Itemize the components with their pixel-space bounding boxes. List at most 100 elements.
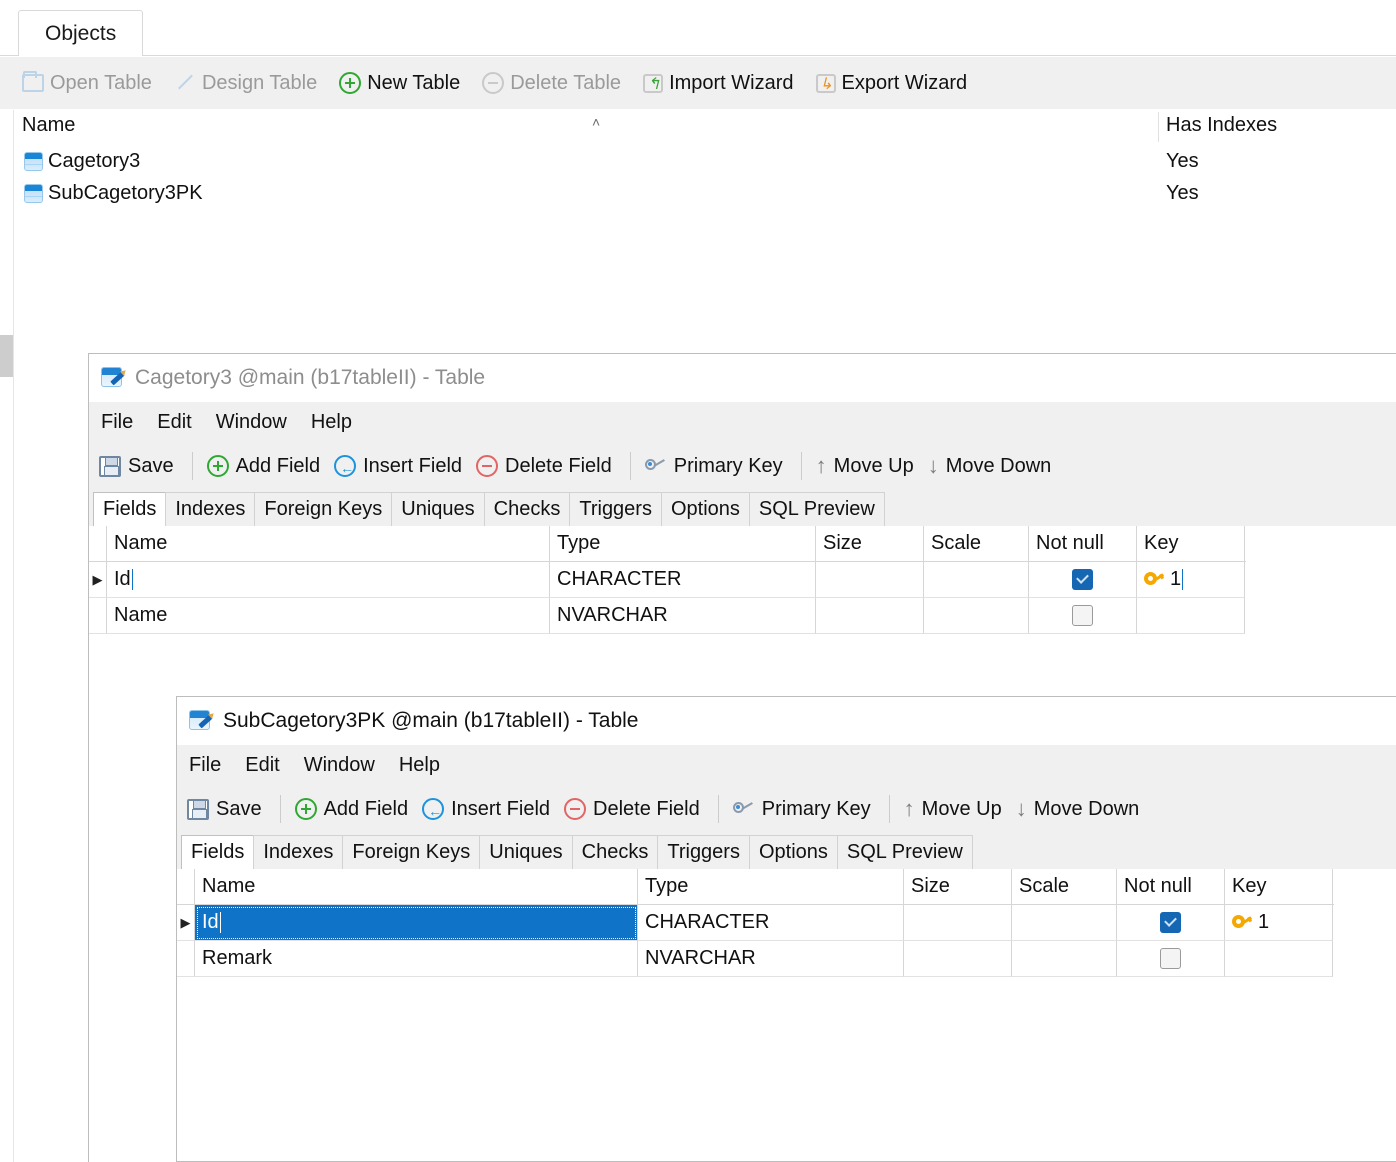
delete-field-button[interactable]: Delete Field — [564, 798, 714, 821]
window-titlebar[interactable]: SubCagetory3PK @main (b17tableII) - Tabl… — [177, 697, 1396, 745]
tab-triggers[interactable]: Triggers — [569, 492, 662, 526]
tab-foreign-keys[interactable]: Foreign Keys — [254, 492, 393, 526]
add-field-button[interactable]: Add Field — [294, 798, 423, 821]
cell-scale[interactable] — [1012, 905, 1117, 941]
grid-col-type[interactable]: Type — [638, 869, 904, 904]
tab-fields[interactable]: Fields — [93, 492, 167, 526]
save-button[interactable]: Save — [187, 798, 276, 821]
cell-not-null[interactable] — [1117, 941, 1225, 977]
grid-col-type[interactable]: Type — [550, 526, 816, 561]
menu-edit[interactable]: Edit — [245, 754, 279, 777]
table-row[interactable]: Remark NVARCHAR — [177, 941, 1334, 977]
column-header-name[interactable]: Name — [22, 114, 75, 137]
move-down-button[interactable]: ↓ Move Down — [1016, 798, 1154, 821]
menu-file[interactable]: File — [189, 754, 221, 777]
grid-col-name[interactable]: Name — [195, 869, 638, 904]
tab-checks[interactable]: Checks — [483, 492, 571, 526]
tab-triggers[interactable]: Triggers — [657, 835, 750, 869]
not-null-checkbox[interactable] — [1160, 912, 1181, 933]
delete-field-button[interactable]: Delete Field — [476, 455, 626, 478]
tab-indexes[interactable]: Indexes — [165, 492, 256, 526]
grid-col-name[interactable]: Name — [107, 526, 550, 561]
tab-uniques[interactable]: Uniques — [479, 835, 573, 869]
grid-col-not-null[interactable]: Not null — [1117, 869, 1225, 904]
tab-sql-preview[interactable]: SQL Preview — [748, 492, 885, 526]
cell-size[interactable] — [816, 562, 924, 598]
grid-col-key[interactable]: Key — [1137, 526, 1245, 561]
not-null-checkbox[interactable] — [1160, 948, 1181, 969]
tab-uniques[interactable]: Uniques — [391, 492, 485, 526]
export-wizard-button[interactable]: ↳ Export Wizard — [815, 72, 978, 95]
tab-foreign-keys[interactable]: Foreign Keys — [342, 835, 481, 869]
insert-field-button[interactable]: ← Insert Field — [422, 798, 564, 821]
tab-sql-preview[interactable]: SQL Preview — [836, 835, 973, 869]
tab-options[interactable]: Options — [660, 492, 750, 526]
object-list-scrollbar-thumb[interactable] — [0, 335, 13, 377]
table-row[interactable]: ▶ Id CHARACTER 1 — [177, 905, 1334, 941]
circle-plus-icon — [206, 455, 229, 477]
object-list-row-2[interactable]: SubCagetory3PK Yes — [14, 180, 1396, 212]
menu-file[interactable]: File — [101, 411, 133, 434]
tab-fields[interactable]: Fields — [181, 835, 255, 869]
table-window-subcagetory3pk[interactable]: SubCagetory3PK @main (b17tableII) - Tabl… — [176, 696, 1396, 1162]
primary-key-button[interactable]: Primary Key — [644, 455, 797, 478]
move-up-button[interactable]: ↑ Move Up — [816, 455, 928, 478]
menu-help[interactable]: Help — [399, 754, 440, 777]
cell-not-null[interactable] — [1117, 905, 1225, 941]
menu-window[interactable]: Window — [216, 411, 287, 434]
cell-key[interactable] — [1137, 598, 1245, 634]
menu-edit[interactable]: Edit — [157, 411, 191, 434]
cell-size[interactable] — [816, 598, 924, 634]
main-toolbar: Open Table Design Table New Table Delete… — [0, 57, 1396, 109]
menu-help[interactable]: Help — [311, 411, 352, 434]
cell-type[interactable]: CHARACTER — [550, 562, 816, 598]
open-table-button[interactable]: Open Table — [22, 71, 162, 95]
tab-indexes[interactable]: Indexes — [253, 835, 344, 869]
cell-type[interactable]: NVARCHAR — [638, 941, 904, 977]
cell-key[interactable] — [1225, 941, 1333, 977]
grid-col-size[interactable]: Size — [904, 869, 1012, 904]
cell-not-null[interactable] — [1029, 562, 1137, 598]
cell-scale[interactable] — [924, 562, 1029, 598]
insert-field-button[interactable]: ← Insert Field — [334, 455, 476, 478]
tab-objects[interactable]: Objects — [18, 10, 144, 56]
grid-col-not-null[interactable]: Not null — [1029, 526, 1137, 561]
move-up-button[interactable]: ↑ Move Up — [904, 798, 1016, 821]
delete-table-button[interactable]: Delete Table — [482, 72, 631, 95]
import-wizard-button[interactable]: ↰ Import Wizard — [643, 72, 803, 95]
not-null-checkbox[interactable] — [1072, 569, 1093, 590]
new-table-button[interactable]: New Table — [339, 72, 470, 95]
move-down-button[interactable]: ↓ Move Down — [928, 455, 1066, 478]
grid-col-size[interactable]: Size — [816, 526, 924, 561]
cell-name[interactable]: Id — [195, 905, 638, 941]
cell-not-null[interactable] — [1029, 598, 1137, 634]
menu-window[interactable]: Window — [304, 754, 375, 777]
cell-key[interactable]: 1 — [1225, 905, 1333, 941]
design-table-button[interactable]: Design Table — [174, 72, 327, 95]
grid-col-key[interactable]: Key — [1225, 869, 1333, 904]
object-list-scrollbar[interactable] — [0, 110, 13, 1162]
column-header-has-indexes[interactable]: Has Indexes — [1166, 114, 1277, 137]
grid-col-scale[interactable]: Scale — [924, 526, 1029, 561]
cell-name[interactable]: Id — [107, 562, 550, 598]
cell-type[interactable]: NVARCHAR — [550, 598, 816, 634]
object-list-row-1[interactable]: Cagetory3 Yes — [14, 148, 1396, 180]
cell-type[interactable]: CHARACTER — [638, 905, 904, 941]
tab-checks[interactable]: Checks — [571, 835, 659, 869]
cell-size[interactable] — [904, 905, 1012, 941]
tab-options[interactable]: Options — [748, 835, 838, 869]
table-row[interactable]: Name NVARCHAR — [89, 598, 1246, 634]
primary-key-button[interactable]: Primary Key — [732, 798, 885, 821]
save-button[interactable]: Save — [99, 455, 188, 478]
cell-name[interactable]: Remark — [195, 941, 638, 977]
cell-scale[interactable] — [924, 598, 1029, 634]
window-titlebar[interactable]: Cagetory3 @main (b17tableII) - Table — [89, 354, 1396, 402]
cell-name[interactable]: Name — [107, 598, 550, 634]
add-field-button[interactable]: Add Field — [206, 455, 335, 478]
grid-col-scale[interactable]: Scale — [1012, 869, 1117, 904]
not-null-checkbox[interactable] — [1072, 605, 1093, 626]
cell-scale[interactable] — [1012, 941, 1117, 977]
cell-size[interactable] — [904, 941, 1012, 977]
table-row[interactable]: ▶ Id CHARACTER 1 — [89, 562, 1246, 598]
cell-key[interactable]: 1 — [1137, 562, 1245, 598]
